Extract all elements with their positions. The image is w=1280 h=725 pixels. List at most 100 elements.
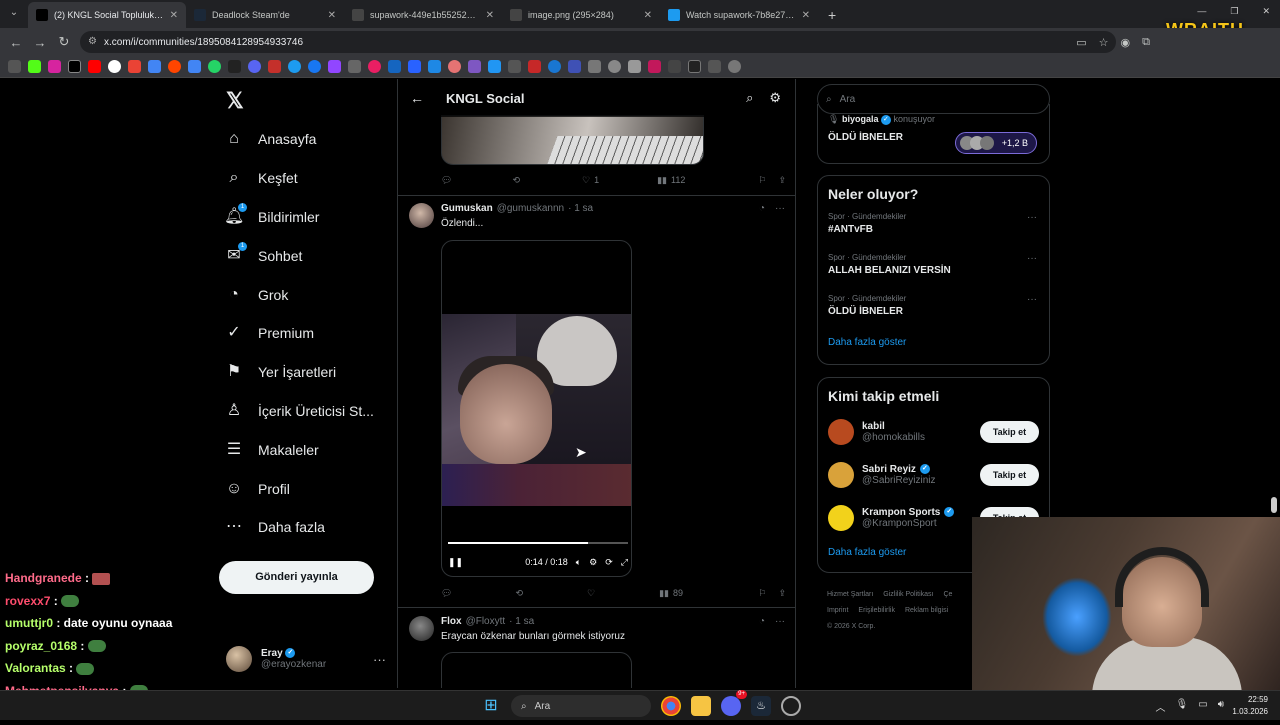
bookmark-icon-34[interactable] — [688, 60, 701, 73]
extensions-puzzle-icon[interactable]: ⧉ — [1142, 36, 1150, 49]
translate-bookmark-icon[interactable] — [188, 60, 201, 73]
browser-tab[interactable]: supawork-449e1b55252a4631b ✕ — [344, 2, 502, 28]
apps-icon[interactable] — [8, 60, 21, 73]
bookmark-icon-12[interactable] — [248, 60, 261, 73]
sidebar-item-grok[interactable]: ◔ Grok — [224, 275, 394, 314]
taskbar-clock[interactable]: 22:59 1.03.2026 — [1232, 694, 1268, 718]
pause-icon[interactable]: ❚❚ — [448, 557, 463, 568]
video-progress-bar[interactable] — [448, 542, 628, 544]
bookmark-icon-24[interactable] — [488, 60, 501, 73]
bookmark-icon-26[interactable] — [528, 60, 541, 73]
chrome-icon[interactable] — [661, 696, 681, 716]
bookmark-icon-17[interactable] — [348, 60, 361, 73]
google-bookmark-icon[interactable] — [108, 60, 121, 73]
trends-show-more-link[interactable]: Daha fazla göster — [818, 331, 1049, 360]
site-info-icon[interactable]: ⚙ — [88, 36, 97, 47]
author-name[interactable]: Flox — [441, 616, 462, 627]
bookmark-icon-14[interactable] — [288, 60, 301, 73]
volume-icon[interactable]: 🔊︎ — [1218, 699, 1224, 714]
reload-icon[interactable]: ↻ — [52, 34, 76, 50]
bookmark-icon-25[interactable] — [508, 60, 521, 73]
like-icon[interactable]: ♡ — [587, 588, 595, 599]
gmail-bookmark-icon[interactable] — [128, 60, 141, 73]
minimize-icon[interactable]: — — [1197, 6, 1206, 17]
browser-tab[interactable]: (2) KNGL Social Topluluk / X ✕ — [28, 2, 186, 28]
instagram-bookmark-icon[interactable] — [48, 60, 61, 73]
bookmark-icon-33[interactable] — [668, 60, 681, 73]
maximize-icon[interactable]: ❐ — [1230, 6, 1238, 17]
sidebar-item-explore[interactable]: ⌕ Keşfet — [224, 159, 394, 198]
loop-icon[interactable]: ⟳ — [605, 557, 613, 568]
footer-link[interactable]: Hizmet Şartları — [827, 591, 873, 598]
sidebar-item-creator-studio[interactable]: ♙ İçerik Üreticisi St... — [224, 392, 394, 431]
sidebar-item-articles[interactable]: ☰ Makaleler — [224, 430, 394, 469]
chevron-up-icon[interactable]: ︿ — [1156, 699, 1166, 714]
twitch-bookmark-icon[interactable] — [328, 60, 341, 73]
volume-icon[interactable]: 🔈︎ — [576, 557, 581, 568]
x-bookmark-icon[interactable] — [68, 60, 81, 73]
new-tab-button[interactable]: + — [818, 2, 846, 28]
share-icon[interactable]: ⇪ — [778, 588, 786, 599]
discord-icon[interactable]: 9+ — [721, 690, 747, 716]
follow-suggestion[interactable]: kabil @homokabills Takip et — [818, 410, 1049, 453]
sidebar-item-home[interactable]: ⌂ Anasayfa — [224, 120, 394, 159]
repost-icon[interactable]: ⟲ — [512, 175, 520, 186]
forward-icon[interactable]: → — [28, 35, 52, 50]
close-tab-icon[interactable]: ✕ — [170, 10, 178, 21]
post-media[interactable] — [441, 652, 632, 688]
sidebar-item-bookmarks[interactable]: ⚑ Yer İşaretleri — [224, 353, 394, 392]
bookmark-icon-13[interactable] — [268, 60, 281, 73]
avatar[interactable] — [409, 203, 434, 228]
more-icon[interactable]: ··· — [775, 203, 785, 214]
sidebar-item-chat[interactable]: ✉ 1 Sohbet — [224, 236, 394, 275]
trend-item[interactable]: Spor · Gündemdekiler #ANTvFB ··· — [818, 208, 1049, 249]
bookmark-icon-11[interactable] — [228, 60, 241, 73]
more-icon[interactable]: ··· — [1027, 253, 1037, 264]
share-icon[interactable]: ⇪ — [778, 175, 786, 186]
reply-icon[interactable]: 💬︎ — [441, 588, 452, 599]
bookmark-icon[interactable]: ⚐ — [758, 588, 766, 599]
more-icon[interactable]: ··· — [775, 616, 785, 627]
tweet-time[interactable]: · 1 sa — [568, 203, 593, 214]
sidebar-item-more[interactable]: ⋯ Daha fazla — [224, 508, 394, 547]
bookmark-icon-21[interactable] — [428, 60, 441, 73]
author-handle[interactable]: @gumuskannn — [497, 203, 564, 214]
views-button[interactable]: ▮▮ 112 — [657, 175, 685, 186]
whatsapp-bookmark-icon[interactable] — [208, 60, 221, 73]
footer-link[interactable]: © 2026 X Corp. — [827, 623, 875, 630]
fullscreen-icon[interactable]: ⤢ — [621, 557, 628, 568]
bookmark-icon-22[interactable] — [448, 60, 461, 73]
url-field[interactable]: ⚙ x.com/i/communities/189508412895493374… — [80, 31, 1116, 53]
close-tab-icon[interactable]: ✕ — [328, 10, 336, 21]
bookmark-icon-32[interactable] — [648, 60, 661, 73]
more-icon[interactable]: ··· — [1027, 212, 1037, 223]
views-button[interactable]: ▮▮ 89 — [659, 588, 683, 599]
author-name[interactable]: Gumuskan — [441, 203, 493, 214]
close-tab-icon[interactable]: ✕ — [802, 10, 810, 21]
reply-icon[interactable]: 💬︎ — [441, 175, 452, 186]
bookmark-icon-19[interactable] — [388, 60, 401, 73]
bookmark-icon-31[interactable] — [628, 60, 641, 73]
live-space-card[interactable]: 🎙︎ biyogala ✓ konuşuyor ÖLDÜ İBNELER +1,… — [817, 104, 1050, 164]
settings-icon[interactable]: ⚙ — [589, 557, 597, 568]
avatar[interactable] — [409, 616, 434, 641]
grok-icon[interactable]: ◔ — [759, 616, 765, 627]
extension-icon[interactable]: ◉ — [1121, 36, 1131, 49]
follow-button[interactable]: Takip et — [980, 420, 1039, 443]
follow-suggestion[interactable]: Sabri Reyiz ✓ @SabriReyiziniz Takip et — [818, 453, 1049, 496]
like-button[interactable]: ♡ 1 — [582, 175, 599, 186]
youtube-bookmark-icon[interactable] — [88, 60, 101, 73]
browser-tab[interactable]: Deadlock Steam'de ✕ — [186, 2, 344, 28]
footer-link[interactable]: Reklam bilgisi — [905, 607, 948, 614]
display-icon[interactable]: ▭ — [1198, 699, 1207, 714]
video-player[interactable]: ❚❚ 0:14 / 0:18 🔈︎ ⚙ ⟳ ⤢ — [441, 240, 632, 577]
back-arrow-icon[interactable]: ← — [410, 90, 446, 106]
search-icon[interactable]: ⌕ — [746, 90, 753, 106]
account-switcher[interactable]: Eray ✓ @erayozkenar ··· — [226, 642, 386, 676]
drive-bookmark-icon[interactable] — [148, 60, 161, 73]
repost-icon[interactable]: ⟲ — [515, 588, 523, 599]
bookmark-icon[interactable]: ⚐ — [758, 175, 766, 186]
footer-link[interactable]: Erişilebilirlik — [858, 607, 895, 614]
bookmark-icon-36[interactable] — [728, 60, 741, 73]
tab-search-icon[interactable]: ⌄ — [6, 5, 22, 21]
